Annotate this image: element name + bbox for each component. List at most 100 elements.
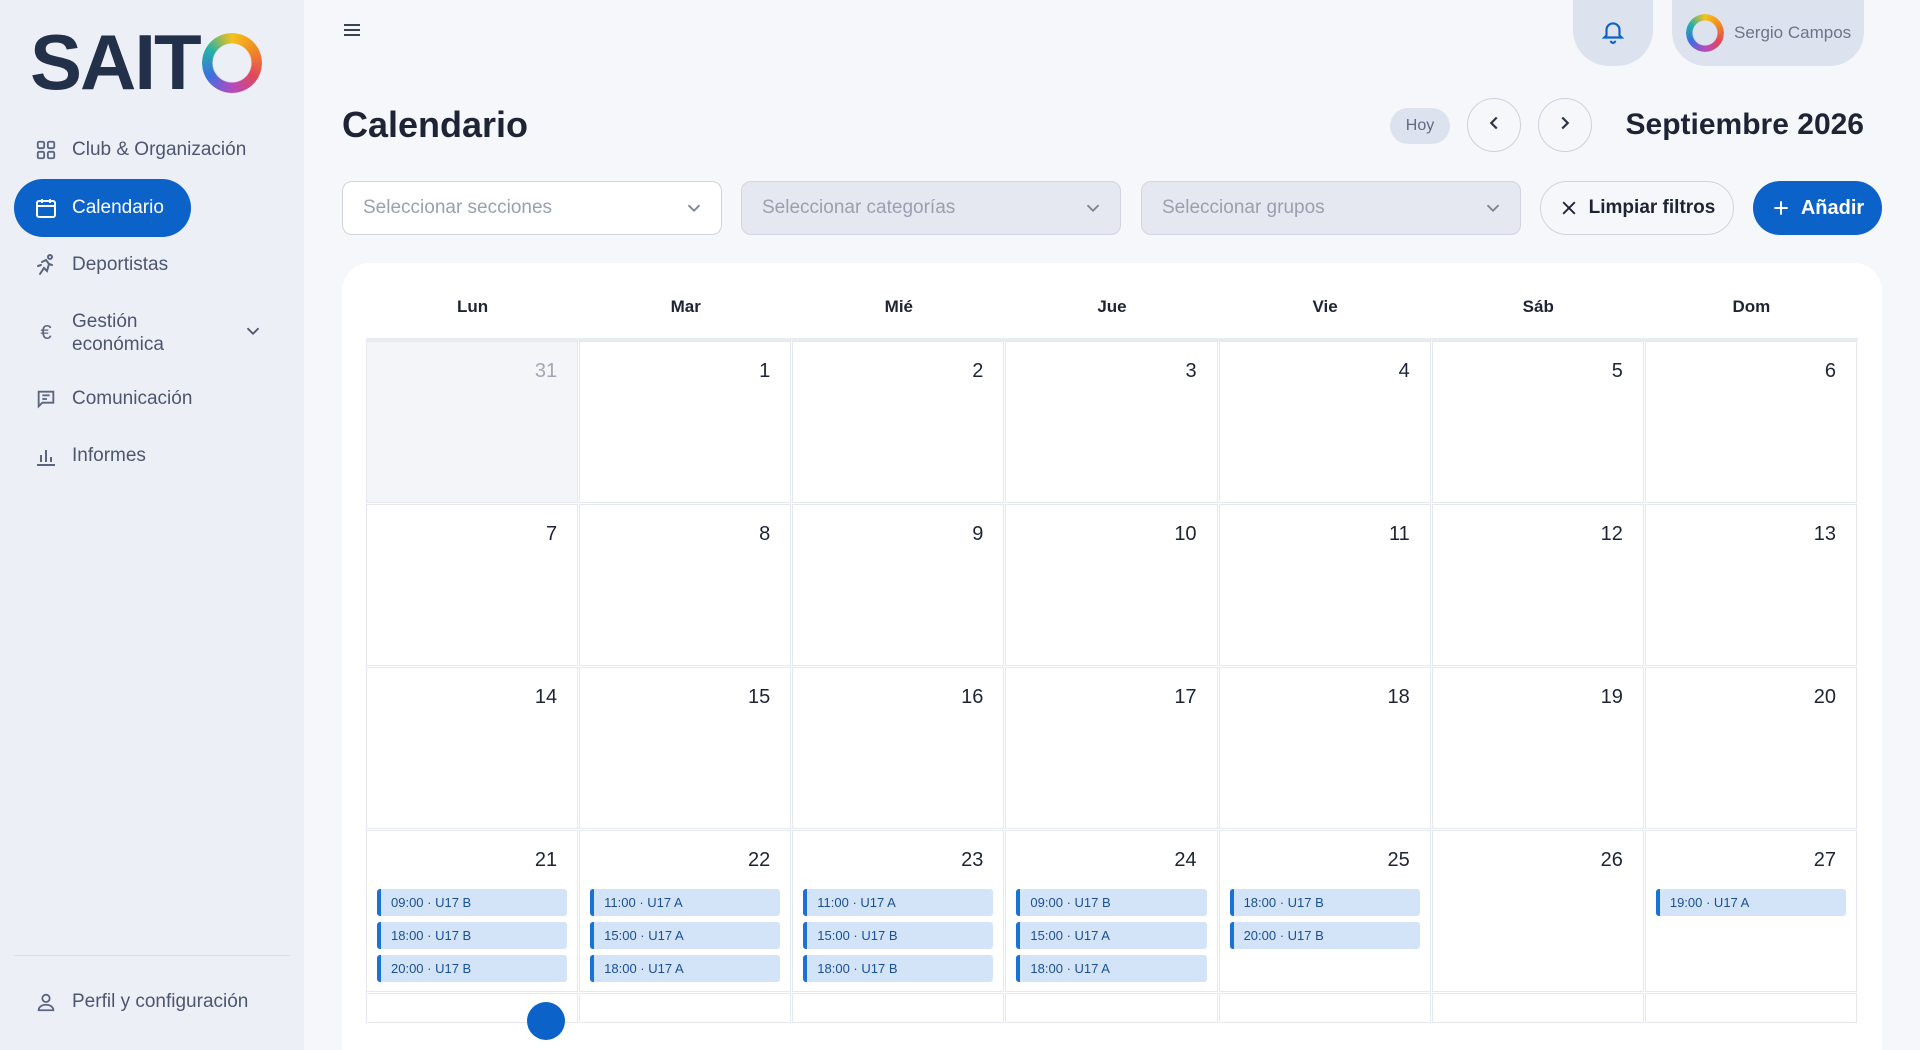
sidebar-item-comunicacion[interactable]: Comunicación [14, 370, 270, 428]
day-number: 15 [748, 686, 771, 708]
runner-icon [34, 253, 58, 277]
weekday-label: Dom [1732, 297, 1771, 316]
day-cell[interactable]: 23 11:00 · U17 A 15:00 · U17 B 18:00 · U17 … [792, 830, 1005, 1009]
day-cell[interactable]: 7 [366, 504, 579, 666]
chevron-left-icon [1483, 112, 1505, 139]
sidebar-item-calendario[interactable]: Calendario [14, 179, 191, 237]
day-cell[interactable]: 1 [579, 341, 792, 503]
day-cell[interactable]: 10 [1005, 504, 1218, 666]
sidebar-item-perfil[interactable]: Perfil y configuración [14, 973, 270, 1031]
sidebar-item-label: Comunicación [72, 388, 193, 409]
day-number: 24 [1174, 849, 1197, 871]
day-number: 21 [534, 849, 558, 871]
day-cell[interactable]: 8 [579, 504, 792, 666]
day-cell[interactable]: 14 [366, 667, 579, 829]
event-chip[interactable]: 20:00 · U17 B [377, 955, 568, 982]
event-chip[interactable]: 18:00 · U17 A [590, 955, 781, 982]
user-menu[interactable]: Sergio Campos [1672, 0, 1864, 66]
week-row: 7 8 9 10 11 12 13 [366, 504, 1858, 667]
sections-placeholder: Seleccionar secciones [363, 197, 553, 218]
day-cell[interactable]: 25 18:00 · U17 B 20:00 · U17 B [1218, 830, 1431, 992]
day-cell[interactable]: 24 09:00 · U17 B 15:00 · U17 A 18:00 · U17 … [1005, 830, 1218, 1009]
add-button[interactable]: Añadir [1753, 181, 1882, 235]
day-cell[interactable]: 15 [579, 667, 792, 829]
day-number: 22 [748, 849, 771, 871]
day-cell[interactable]: 12 [1431, 504, 1644, 666]
groups-select[interactable]: Seleccionar grupos [1141, 181, 1521, 235]
month-title: Septiembre 2026 [1625, 108, 1864, 141]
next-month-button[interactable] [1538, 98, 1592, 152]
event-chip[interactable]: 09:00 · U17 B [377, 889, 568, 916]
sidebar-item-informes[interactable]: Informes [14, 427, 270, 485]
chevron-right-icon [1554, 112, 1576, 139]
day-cell[interactable]: 4 [1218, 341, 1431, 503]
day-cell[interactable]: 16 [792, 667, 1005, 829]
day-cell[interactable]: 6 [1644, 341, 1857, 503]
day-cell[interactable]: 9 [792, 504, 1005, 666]
day-cell[interactable] [1644, 993, 1857, 1023]
euro-icon: € [40, 321, 52, 344]
event-chip[interactable]: 18:00 · U17 B [803, 955, 994, 982]
today-button[interactable]: Hoy [1390, 108, 1450, 144]
day-cell[interactable]: 17 [1005, 667, 1218, 829]
day-cell[interactable]: 20 [1644, 667, 1857, 829]
sidebar: SAIT Club & Organización Calendario Depo… [0, 0, 304, 1050]
day-cell[interactable]: 5 [1431, 341, 1644, 503]
event-chip[interactable]: 09:00 · U17 B [1016, 889, 1207, 916]
sidebar-item-gestion-economica[interactable]: € Gestión económica [14, 303, 270, 363]
day-cell[interactable]: 19 [1431, 667, 1644, 829]
notifications-button[interactable] [1573, 0, 1653, 66]
today-marker [527, 1002, 566, 1040]
day-cell[interactable]: 26 [1431, 830, 1644, 992]
day-number: 14 [534, 686, 558, 708]
sidebar-item-label: Gestión económica [72, 311, 164, 355]
day-cell[interactable] [366, 993, 579, 1040]
categories-select[interactable]: Seleccionar categorías [741, 181, 1121, 235]
day-cell[interactable] [792, 993, 1005, 1023]
day-cell[interactable]: 3 [1005, 341, 1218, 503]
hamburger-menu-icon[interactable] [340, 18, 364, 42]
day-cell[interactable] [1005, 993, 1218, 1023]
weekday-label: Mié [884, 297, 914, 316]
day-cell[interactable]: 2 [792, 341, 1005, 503]
event-chip[interactable]: 18:00 · U17 B [1229, 889, 1420, 916]
saito-logo[interactable]: SAIT [30, 23, 262, 101]
day-number: 2 [972, 360, 984, 382]
chevron-down-icon[interactable] [242, 320, 264, 348]
prev-month-button[interactable] [1467, 98, 1521, 152]
day-cell[interactable]: 13 [1644, 504, 1857, 666]
event-chip[interactable]: 18:00 · U17 B [377, 922, 568, 949]
day-number: 16 [961, 686, 984, 708]
sidebar-item-club[interactable]: Club & Organización [14, 121, 270, 179]
day-number: 26 [1600, 849, 1623, 871]
day-number: 6 [1824, 360, 1836, 382]
event-chip[interactable]: 15:00 · U17 A [1016, 922, 1207, 949]
week-row: 31 1 2 3 4 5 6 [366, 341, 1858, 504]
sidebar-item-label: Club & Organización [72, 139, 247, 160]
day-cell[interactable] [579, 993, 792, 1023]
day-cell[interactable]: 22 11:00 · U17 A 15:00 · U17 A 18:00 · U17 … [579, 830, 792, 992]
event-chip[interactable]: 15:00 · U17 A [590, 922, 781, 949]
event-chip[interactable]: 11:00 · U17 A [590, 889, 781, 916]
day-cell[interactable] [1431, 993, 1644, 1023]
week-row [366, 993, 1858, 1040]
sidebar-divider [14, 955, 290, 956]
sidebar-item-deportistas[interactable]: Deportistas [14, 236, 270, 294]
day-cell[interactable]: 31 [366, 341, 579, 503]
day-cell[interactable]: 11 [1218, 504, 1431, 666]
day-number: 8 [759, 523, 771, 545]
day-cell[interactable]: 21 09:00 · U17 B 18:00 · U17 B 20:00 · U17 … [366, 830, 579, 992]
event-chip[interactable]: 19:00 · U17 A [1655, 889, 1846, 916]
event-chip[interactable]: 18:00 · U17 A [1016, 955, 1207, 982]
event-chip[interactable]: 20:00 · U17 B [1229, 922, 1420, 949]
day-cell[interactable] [1218, 993, 1431, 1023]
day-cell[interactable]: 18 [1218, 667, 1431, 829]
close-icon [1559, 198, 1579, 218]
day-cell[interactable]: 27 19:00 · U17 A [1644, 830, 1857, 992]
month-grid: 31 1 2 3 4 5 6 7 8 9 10 11 12 13 14 15 16 17 18 19 20 21 09:00… [366, 341, 1858, 1040]
event-chip[interactable]: 11:00 · U17 A [803, 889, 994, 916]
event-chip[interactable]: 15:00 · U17 B [803, 922, 994, 949]
calendar-icon [34, 196, 58, 220]
sections-select[interactable]: Seleccionar secciones [342, 181, 722, 235]
clear-filters-button[interactable]: Limpiar filtros [1540, 181, 1734, 235]
